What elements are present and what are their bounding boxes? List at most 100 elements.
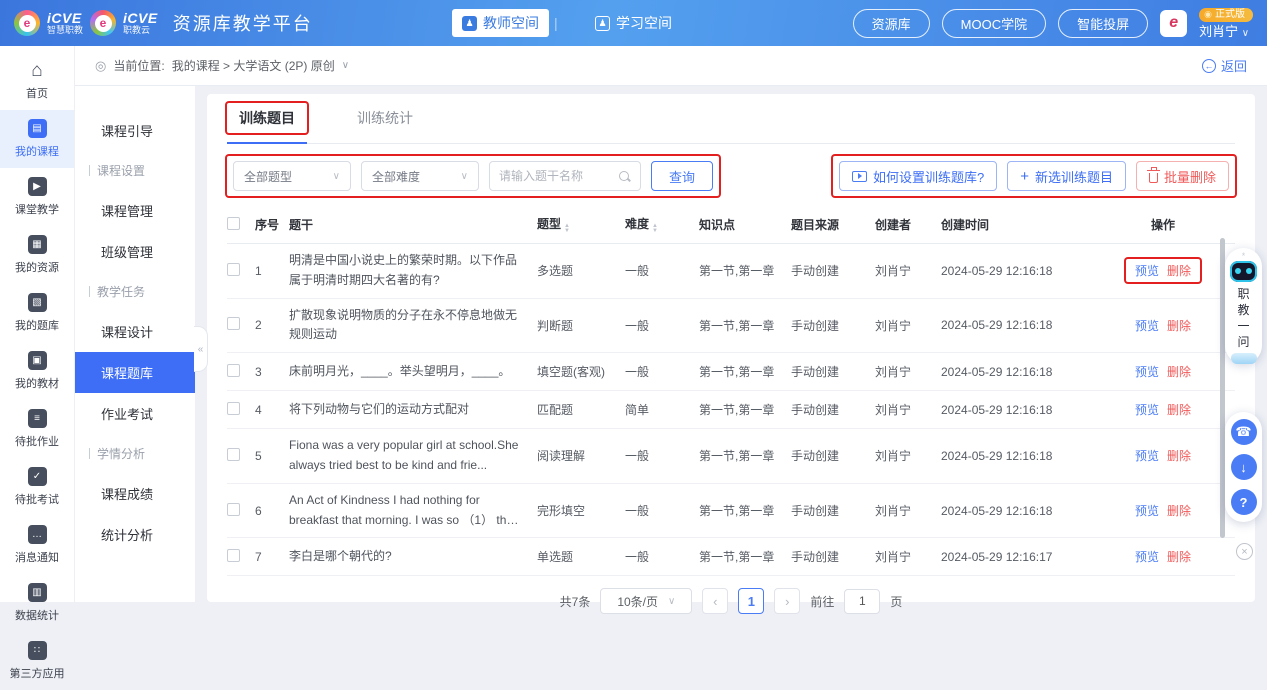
question-type: 匹配题 (537, 401, 625, 418)
submenu-item[interactable]: 课程设计 (75, 311, 195, 352)
collapse-sidebar-button[interactable]: « (194, 326, 208, 372)
col-knowledge: 知识点 (699, 216, 791, 233)
delete-link[interactable]: 删除 (1167, 550, 1191, 564)
add-training-questions-button[interactable]: + 新选训练题目 (1007, 161, 1126, 191)
header-nav-item[interactable]: ♟ 学习空间 (585, 9, 682, 37)
col-operations: 操作 (1099, 216, 1235, 233)
row-checkbox[interactable] (227, 364, 240, 377)
breadcrumb-trail[interactable]: 我的课程 > 大学语文 (2P) 原创 (172, 57, 335, 74)
sidebar-item[interactable]: ✓ 待批考试 (0, 458, 74, 516)
sidebar-item[interactable]: ▧ 我的题库 (0, 284, 74, 342)
user-space-icon: ♟ (595, 16, 610, 31)
sparkle-icon: * (1225, 252, 1262, 260)
question-source: 手动创建 (791, 447, 875, 464)
chevron-down-icon[interactable]: ∨ (342, 60, 349, 71)
knowledge-point: 第一节,第一章 (699, 262, 791, 279)
sidebar-item[interactable]: ▤ 我的课程 (0, 110, 74, 168)
sort-icon[interactable]: ▲▼ (652, 224, 658, 234)
knowledge-point: 第一节,第一章 (699, 502, 791, 519)
header-nav-item[interactable]: ♟ 教师空间 (452, 9, 549, 37)
submenu-item[interactable]: 课程管理 (75, 190, 195, 231)
question-difficulty: 一般 (625, 502, 699, 519)
icve-zhijiaoyun-logo-icon: e (90, 10, 116, 36)
close-floating-button[interactable]: × (1236, 543, 1253, 560)
header-quick-link[interactable]: MOOC学院 (942, 9, 1046, 38)
row-checkbox[interactable] (227, 263, 240, 276)
sidebar-item[interactable]: ▥ 数据统计 (0, 574, 74, 632)
preview-link[interactable]: 预览 (1135, 365, 1159, 379)
page-number-1[interactable]: 1 (738, 588, 764, 614)
prev-page-button[interactable]: ‹ (702, 588, 728, 614)
submenu-item[interactable]: 教学任务 (75, 272, 195, 311)
submenu-item[interactable]: 课程引导 (75, 110, 195, 151)
sidebar-item[interactable]: ▣ 我的教材 (0, 342, 74, 400)
sidebar-item[interactable]: ≡ 待批作业 (0, 400, 74, 458)
select-all-checkbox[interactable] (227, 217, 240, 230)
customer-service-icon[interactable]: ☎ (1231, 419, 1257, 445)
stem-search-input[interactable] (499, 169, 612, 183)
sidebar-item[interactable]: ▶ 课堂教学 (0, 168, 74, 226)
search-icon[interactable] (618, 170, 631, 183)
help-icon[interactable]: ? (1231, 489, 1257, 515)
panel-tab[interactable]: 训练题目 (227, 103, 307, 144)
panel-tab[interactable]: 训练统计 (345, 103, 425, 143)
cloud-download-icon[interactable]: ↓ (1231, 454, 1257, 480)
table-row: 1 明清是中国小说史上的繁荣时期。以下作品属于明清时期四大名著的有? 多选题 一… (227, 244, 1235, 299)
goto-label: 前往 (810, 593, 834, 610)
submenu-item[interactable]: 课程设置 (75, 151, 195, 190)
submenu-item[interactable]: 班级管理 (75, 231, 195, 272)
preview-link[interactable]: 预览 (1135, 504, 1159, 518)
delete-link[interactable]: 删除 (1167, 449, 1191, 463)
next-page-button[interactable]: › (774, 588, 800, 614)
question-stem: An Act of Kindness I had nothing for bre… (289, 491, 537, 531)
query-button[interactable]: 查询 (651, 161, 713, 191)
back-arrow-icon: ← (1202, 59, 1216, 73)
user-menu[interactable]: 刘肖宁 ∨ (1199, 25, 1249, 39)
sidebar-item-label: 消息通知 (15, 549, 59, 565)
row-checkbox[interactable] (227, 549, 240, 562)
classroom-teaching-icon: ▶ (28, 177, 47, 196)
ai-assistant-widget[interactable]: * 职教一问 (1225, 248, 1262, 364)
delete-link[interactable]: 删除 (1167, 264, 1191, 278)
row-index: 5 (255, 449, 289, 463)
header-quick-link[interactable]: 智能投屏 (1058, 9, 1148, 38)
goto-page-input[interactable] (844, 589, 880, 614)
my-question-bank-icon: ▧ (28, 293, 47, 312)
question-type: 单选题 (537, 548, 625, 565)
delete-link[interactable]: 删除 (1167, 504, 1191, 518)
submenu-item[interactable]: 课程题库 (75, 352, 195, 393)
header-quick-link[interactable]: 资源库 (853, 9, 930, 38)
user-avatar[interactable]: e (1160, 10, 1187, 37)
setup-guide-button[interactable]: 如何设置训练题库? (839, 161, 997, 191)
submenu-item[interactable]: 统计分析 (75, 514, 195, 555)
row-checkbox[interactable] (227, 317, 240, 330)
row-checkbox[interactable] (227, 402, 240, 415)
preview-link[interactable]: 预览 (1135, 550, 1159, 564)
delete-link[interactable]: 删除 (1167, 319, 1191, 333)
preview-link[interactable]: 预览 (1135, 319, 1159, 333)
question-type-select[interactable]: 全部题型 ∨ (233, 161, 351, 191)
difficulty-select[interactable]: 全部难度 ∨ (361, 161, 479, 191)
back-button[interactable]: ← 返回 (1202, 56, 1247, 75)
question-difficulty: 简单 (625, 401, 699, 418)
sidebar-item[interactable]: ▦ 我的资源 (0, 226, 74, 284)
delete-link[interactable]: 删除 (1167, 365, 1191, 379)
batch-delete-button[interactable]: 批量删除 (1136, 161, 1229, 191)
page-size-select[interactable]: 10条/页 ∨ (600, 588, 692, 614)
preview-link[interactable]: 预览 (1135, 403, 1159, 417)
delete-link[interactable]: 删除 (1167, 403, 1191, 417)
sidebar-item[interactable]: ∷ 第三方应用 (0, 632, 74, 690)
header-nav-label: 教师空间 (483, 13, 539, 33)
sidebar-item-label: 我的题库 (15, 317, 59, 333)
row-checkbox[interactable] (227, 503, 240, 516)
submenu-item[interactable]: 学情分析 (75, 434, 195, 473)
row-checkbox[interactable] (227, 448, 240, 461)
preview-link[interactable]: 预览 (1135, 449, 1159, 463)
submenu-item[interactable]: 课程成绩 (75, 473, 195, 514)
preview-link[interactable]: 预览 (1135, 264, 1159, 278)
submenu-item[interactable]: 作业考试 (75, 393, 195, 434)
sort-icon[interactable]: ▲▼ (564, 224, 570, 234)
sidebar-item[interactable]: ⌂ 首页 (0, 52, 74, 110)
created-time: 2024-05-29 12:16:18 (941, 264, 1099, 278)
sidebar-item[interactable]: … 消息通知 (0, 516, 74, 574)
